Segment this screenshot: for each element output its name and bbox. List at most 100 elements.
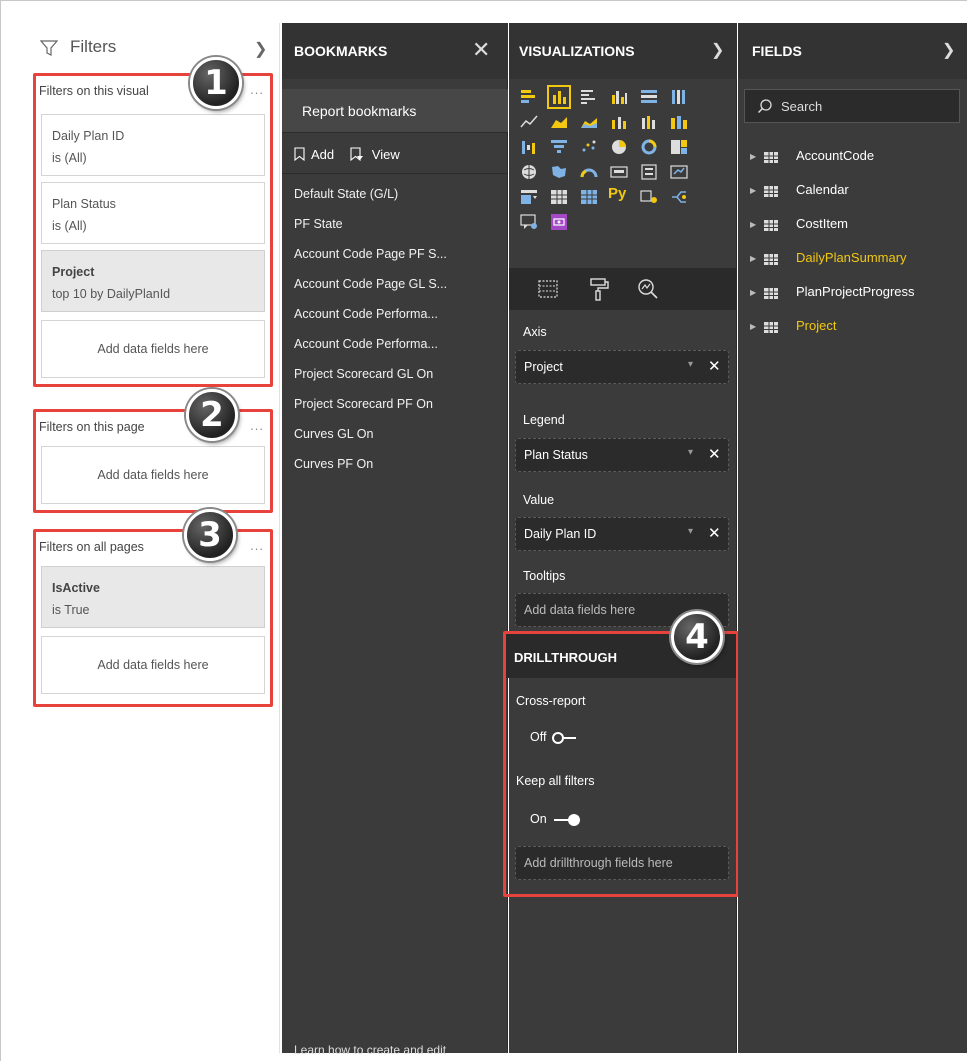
value-well-label: Value: [523, 493, 555, 507]
view-bookmarks-button[interactable]: View: [350, 147, 400, 162]
tab-report-bookmarks[interactable]: Report bookmarks: [282, 89, 508, 133]
stacked-bar-chart-icon[interactable]: [519, 87, 539, 107]
slicer-icon[interactable]: [519, 187, 539, 207]
stacked-column-chart-icon[interactable]: [547, 85, 571, 109]
table-item-dailyplansummary[interactable]: ▶ DailyPlanSummary: [750, 250, 960, 284]
filled-map-icon[interactable]: [549, 162, 569, 182]
collapse-filters-icon[interactable]: ❯: [254, 39, 267, 59]
gauge-icon[interactable]: [579, 162, 599, 182]
treemap-icon[interactable]: [669, 137, 689, 157]
map-icon[interactable]: [519, 162, 539, 182]
filter-card-plan-status[interactable]: Plan Status is (All): [41, 182, 265, 244]
filter-card-value: is True: [52, 603, 90, 617]
bookmark-item[interactable]: Account Code Performa...: [294, 333, 504, 363]
annotation-badge-3: 3: [184, 509, 236, 561]
cross-report-toggle[interactable]: Off: [530, 730, 576, 744]
drillthrough-well[interactable]: Add drillthrough fields here: [515, 846, 729, 880]
custom-visual-icon[interactable]: [549, 212, 569, 232]
clustered-bar-chart-icon[interactable]: [579, 87, 599, 107]
bookmark-item[interactable]: PF State: [294, 213, 504, 243]
expand-icon[interactable]: ▶: [750, 254, 756, 263]
kpi-icon[interactable]: [669, 162, 689, 182]
waterfall-chart-icon[interactable]: [519, 137, 539, 157]
axis-field: Project: [524, 360, 563, 374]
key-influencers-icon[interactable]: [639, 187, 659, 207]
more-options-icon[interactable]: ...: [250, 82, 264, 97]
more-options-icon[interactable]: ...: [250, 418, 264, 433]
bookmark-item[interactable]: Account Code Page PF S...: [294, 243, 504, 273]
keep-all-filters-toggle[interactable]: On: [530, 812, 581, 826]
bookmark-item[interactable]: Account Code Performa...: [294, 303, 504, 333]
python-visual-icon[interactable]: Py: [608, 185, 628, 205]
axis-well[interactable]: Project ▾ ✕: [515, 350, 729, 384]
bookmark-item[interactable]: Account Code Page GL S...: [294, 273, 504, 303]
chevron-down-icon[interactable]: ▾: [688, 359, 693, 370]
100-column-chart-icon[interactable]: [669, 87, 689, 107]
expand-icon[interactable]: ▶: [750, 152, 756, 161]
area-chart-icon[interactable]: [549, 112, 569, 132]
line-and-clustered-column-icon[interactable]: [639, 112, 659, 132]
collapse-fields-icon[interactable]: ❯: [942, 40, 955, 60]
add-bookmark-button[interactable]: Add: [294, 147, 334, 162]
add-visual-filter-field[interactable]: Add data fields here: [41, 320, 265, 378]
table-icon[interactable]: [549, 187, 569, 207]
table-item-project[interactable]: ▶ Project: [750, 318, 960, 352]
bookmark-item[interactable]: Curves GL On: [294, 423, 504, 453]
close-icon[interactable]: ✕: [472, 37, 490, 63]
table-item-planprojectprogress[interactable]: ▶ PlanProjectProgress: [750, 284, 960, 318]
table-item-accountcode[interactable]: ▶ AccountCode: [750, 148, 960, 182]
value-well[interactable]: Daily Plan ID ▾ ✕: [515, 517, 729, 551]
line-and-stacked-column-icon[interactable]: [609, 112, 629, 132]
collapse-visualizations-icon[interactable]: ❯: [711, 40, 724, 60]
filter-card-daily-plan-id[interactable]: Daily Plan ID is (All): [41, 114, 265, 176]
ribbon-chart-icon[interactable]: [669, 112, 689, 132]
visualizations-title: VISUALIZATIONS: [519, 43, 635, 59]
remove-field-icon[interactable]: ✕: [708, 357, 721, 375]
multi-row-card-icon[interactable]: [639, 162, 659, 182]
donut-chart-icon[interactable]: [639, 137, 659, 157]
qa-visual-icon[interactable]: [519, 212, 539, 232]
line-chart-icon[interactable]: [519, 112, 539, 132]
table-item-calendar[interactable]: ▶ Calendar: [750, 182, 960, 216]
clustered-column-chart-icon[interactable]: [609, 87, 629, 107]
legend-field: Plan Status: [524, 448, 588, 462]
expand-icon[interactable]: ▶: [750, 322, 756, 331]
matrix-icon[interactable]: [579, 187, 599, 207]
view-label: View: [371, 147, 400, 162]
bookmark-item[interactable]: Project Scorecard GL On: [294, 363, 504, 393]
search-input[interactable]: [781, 96, 951, 116]
bookmark-item[interactable]: Default State (G/L): [294, 183, 504, 213]
card-icon[interactable]: [609, 162, 629, 182]
fields-tab-icon[interactable]: [533, 274, 563, 304]
filter-card-isactive[interactable]: IsActive is True: [41, 566, 265, 628]
filter-card-name: IsActive: [52, 581, 100, 595]
paint-roller-icon[interactable]: [583, 274, 613, 304]
remove-field-icon[interactable]: ✕: [708, 445, 721, 463]
decomposition-tree-icon[interactable]: [669, 187, 689, 207]
more-options-icon[interactable]: ...: [250, 538, 264, 553]
bookmark-item[interactable]: Project Scorecard PF On: [294, 393, 504, 423]
toggle-knob: [568, 813, 581, 826]
pie-chart-icon[interactable]: [609, 137, 629, 157]
chevron-down-icon[interactable]: ▾: [688, 447, 693, 458]
bookmarks-help-link[interactable]: Learn how to create and edit: [294, 1043, 446, 1057]
bookmarks-header: BOOKMARKS ✕: [282, 23, 508, 79]
bookmark-item[interactable]: Curves PF On: [294, 453, 504, 483]
expand-icon[interactable]: ▶: [750, 288, 756, 297]
expand-icon[interactable]: ▶: [750, 186, 756, 195]
100-bar-chart-icon[interactable]: [639, 87, 659, 107]
chevron-down-icon[interactable]: ▾: [688, 526, 693, 537]
stacked-area-chart-icon[interactable]: [579, 112, 599, 132]
expand-icon[interactable]: ▶: [750, 220, 756, 229]
funnel-chart-icon[interactable]: [549, 137, 569, 157]
table-icon: [764, 322, 778, 333]
table-item-costitem[interactable]: ▶ CostItem: [750, 216, 960, 250]
scatter-chart-icon[interactable]: [579, 137, 599, 157]
add-report-filter-field[interactable]: Add data fields here: [41, 636, 265, 694]
remove-field-icon[interactable]: ✕: [708, 524, 721, 542]
divider: [282, 173, 508, 174]
analytics-icon[interactable]: [633, 274, 663, 304]
legend-well[interactable]: Plan Status ▾ ✕: [515, 438, 729, 472]
add-page-filter-field[interactable]: Add data fields here: [41, 446, 265, 504]
filter-card-project[interactable]: Project top 10 by DailyPlanId: [41, 250, 265, 312]
